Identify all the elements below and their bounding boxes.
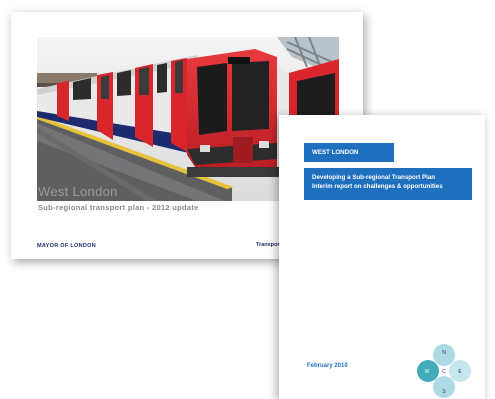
report-title: West London: [38, 184, 118, 199]
compass-w: W: [425, 369, 430, 375]
report-title-line-2: Interim report on challenges & opportuni…: [312, 183, 443, 190]
compass-n: N: [442, 350, 446, 356]
cover-interim-report: WEST LONDON Developing a Sub-regional Tr…: [279, 115, 485, 399]
compass-logo: N S W C E: [414, 343, 474, 399]
report-title-box: Developing a Sub-regional Transport Plan…: [304, 168, 472, 200]
report-date: February 2010: [307, 363, 348, 369]
transport-logo: Transport: [256, 242, 282, 248]
mayor-of-london-logo: MAYOR OF LONDON: [37, 243, 96, 249]
report-subtitle: Sub-regional transport plan - 2012 updat…: [38, 203, 199, 212]
region-label: WEST LONDON: [304, 143, 394, 162]
compass-c: C: [442, 369, 446, 375]
report-title-line-1: Developing a Sub-regional Transport Plan: [312, 174, 436, 181]
